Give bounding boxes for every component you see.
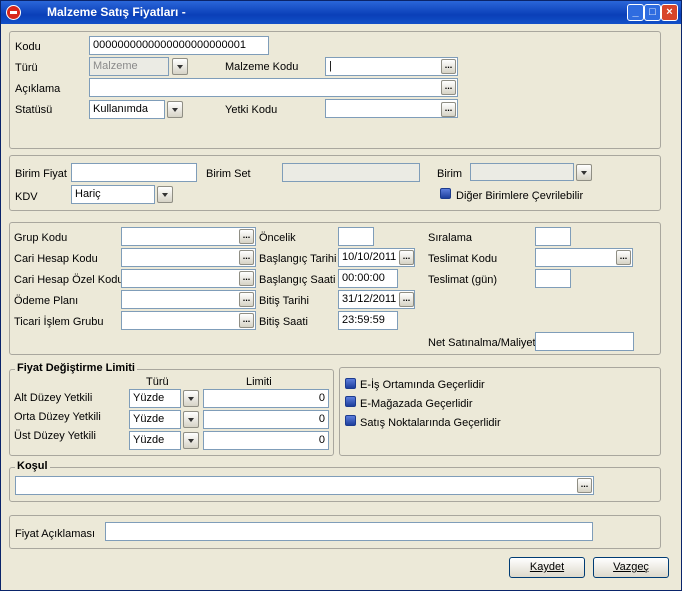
turu-label: Türü [15,62,38,74]
diger-birimler-checkbox[interactable] [440,188,451,199]
kosul-input[interactable] [15,476,594,495]
limits-col-turu: Türü [146,376,169,388]
bitis-saati-label: Bitiş Saati [259,316,308,328]
kdv-dropdown-icon[interactable] [157,186,173,203]
kosul-title: Koşul [15,460,50,472]
siralama-input[interactable] [535,227,571,246]
bitis-saati-input[interactable]: 23:59:59 [338,311,398,330]
eis-checkbox[interactable] [345,378,356,389]
birim-set-input[interactable] [282,163,420,182]
close-button[interactable]: × [661,4,678,21]
alt-duzey-dropdown-icon[interactable] [183,390,199,407]
window-title: Malzeme Satış Fiyatları - [47,5,186,19]
teslimat-gun-label: Teslimat (gün) [428,274,498,286]
minimize-button[interactable]: _ [627,4,644,21]
cari-hesap-ozel-kodu-input[interactable] [121,269,256,288]
teslimat-kodu-label: Teslimat Kodu [428,253,498,265]
net-satinalma-label: Net Satınalma/Maliyet [428,337,536,349]
app-logo-icon [6,5,21,20]
teslimat-kodu-browse-icon[interactable]: ... [616,250,631,265]
grup-kodu-label: Grup Kodu [14,232,68,244]
birim-select[interactable] [470,163,574,181]
baslangic-tarihi-label: Başlangıç Tarihi [259,253,337,265]
baslangic-saati-label: Başlangıç Saati [259,274,336,286]
orta-duzey-dropdown-icon[interactable] [183,411,199,428]
birim-dropdown-icon[interactable] [576,164,592,181]
net-satinalma-input[interactable] [535,332,634,351]
yetki-kodu-label: Yetki Kodu [225,104,278,116]
satis-noktalari-label: Satış Noktalarında Geçerlidir [360,417,501,429]
orta-duzey-limit-input[interactable]: 0 [203,410,329,429]
alt-duzey-limit-input[interactable]: 0 [203,389,329,408]
vazgec-button[interactable]: Vazgeç [593,557,669,578]
limits-title: Fiyat Değiştirme Limiti [15,362,137,374]
alt-duzey-type-select[interactable]: Yüzde [129,389,181,408]
kosul-browse-icon[interactable]: ... [577,478,592,493]
turu-select[interactable]: Malzeme [89,57,169,76]
cari-hesap-ozel-kodu-browse-icon[interactable]: ... [239,271,254,286]
eis-label: E-İş Ortamında Geçerlidir [360,379,485,391]
grup-kodu-input[interactable] [121,227,256,246]
ust-duzey-dropdown-icon[interactable] [183,432,199,449]
aciklama-label: Açıklama [15,83,61,95]
turu-dropdown-icon[interactable] [172,58,188,75]
statusu-label: Statüsü [15,104,53,116]
birim-fiyat-input[interactable] [71,163,197,182]
aciklama-browse-icon[interactable]: ... [441,80,456,95]
ust-duzey-label: Üst Düzey Yetkili [14,430,96,442]
odeme-plani-label: Ödeme Planı [14,295,79,307]
alt-duzey-label: Alt Düzey Yetkili [14,392,93,404]
title-bar[interactable]: Malzeme Satış Fiyatları - _ □ × [1,1,681,24]
kdv-label: KDV [15,191,38,203]
malzeme-kodu-input[interactable]: | [325,57,458,76]
birim-label: Birim [437,168,463,180]
price-window: Malzeme Satış Fiyatları - _ □ × Kodu 000… [0,0,682,591]
malzeme-kodu-browse-icon[interactable]: ... [441,59,456,74]
cari-hesap-kodu-browse-icon[interactable]: ... [239,250,254,265]
bitis-tarihi-label: Bitiş Tarihi [259,295,309,307]
birim-fiyat-label: Birim Fiyat [15,168,67,180]
birim-set-label: Birim Set [206,168,251,180]
yetki-kodu-browse-icon[interactable]: ... [441,102,456,117]
bitis-tarihi-browse-icon[interactable]: ... [399,292,414,307]
cari-hesap-kodu-input[interactable] [121,248,256,267]
grup-kodu-browse-icon[interactable]: ... [239,229,254,244]
maximize-button[interactable]: □ [644,4,661,21]
aciklama-input[interactable] [89,78,458,97]
kaydet-button[interactable]: Kaydet [509,557,585,578]
odeme-plani-input[interactable] [121,290,256,309]
malzeme-kodu-label: Malzeme Kodu [225,61,299,73]
baslangic-tarihi-browse-icon[interactable]: ... [399,250,414,265]
ust-duzey-limit-input[interactable]: 0 [203,431,329,450]
teslimat-gun-input[interactable] [535,269,571,288]
ticari-islem-grubu-input[interactable] [121,311,256,330]
emagaza-label: E-Mağazada Geçerlidir [360,398,473,410]
kodu-label: Kodu [15,41,41,53]
yetki-kodu-input[interactable] [325,99,458,118]
orta-duzey-type-select[interactable]: Yüzde [129,410,181,429]
fiyat-aciklamasi-label: Fiyat Açıklaması [15,528,96,540]
oncelik-label: Öncelik [259,232,296,244]
baslangic-saati-input[interactable]: 00:00:00 [338,269,398,288]
kodu-input[interactable]: 0000000000000000000000001 [89,36,269,55]
oncelik-input[interactable] [338,227,374,246]
ticari-islem-grubu-label: Ticari İşlem Grubu [14,316,104,328]
cari-hesap-ozel-kodu-label: Cari Hesap Özel Kodu [14,274,124,286]
ticari-islem-grubu-browse-icon[interactable]: ... [239,313,254,328]
fiyat-aciklamasi-input[interactable] [105,522,593,541]
diger-birimler-label: Diğer Birimlere Çevrilebilir [456,190,584,202]
limits-col-limiti: Limiti [246,376,272,388]
satis-noktalari-checkbox[interactable] [345,415,356,426]
statusu-select[interactable]: Kullanımda [89,100,165,119]
emagaza-checkbox[interactable] [345,396,356,407]
siralama-label: Sıralama [428,232,473,244]
orta-duzey-label: Orta Düzey Yetkili [14,411,101,423]
statusu-dropdown-icon[interactable] [167,101,183,118]
ust-duzey-type-select[interactable]: Yüzde [129,431,181,450]
kdv-select[interactable]: Hariç [71,185,155,204]
cari-hesap-kodu-label: Cari Hesap Kodu [14,253,98,265]
odeme-plani-browse-icon[interactable]: ... [239,292,254,307]
